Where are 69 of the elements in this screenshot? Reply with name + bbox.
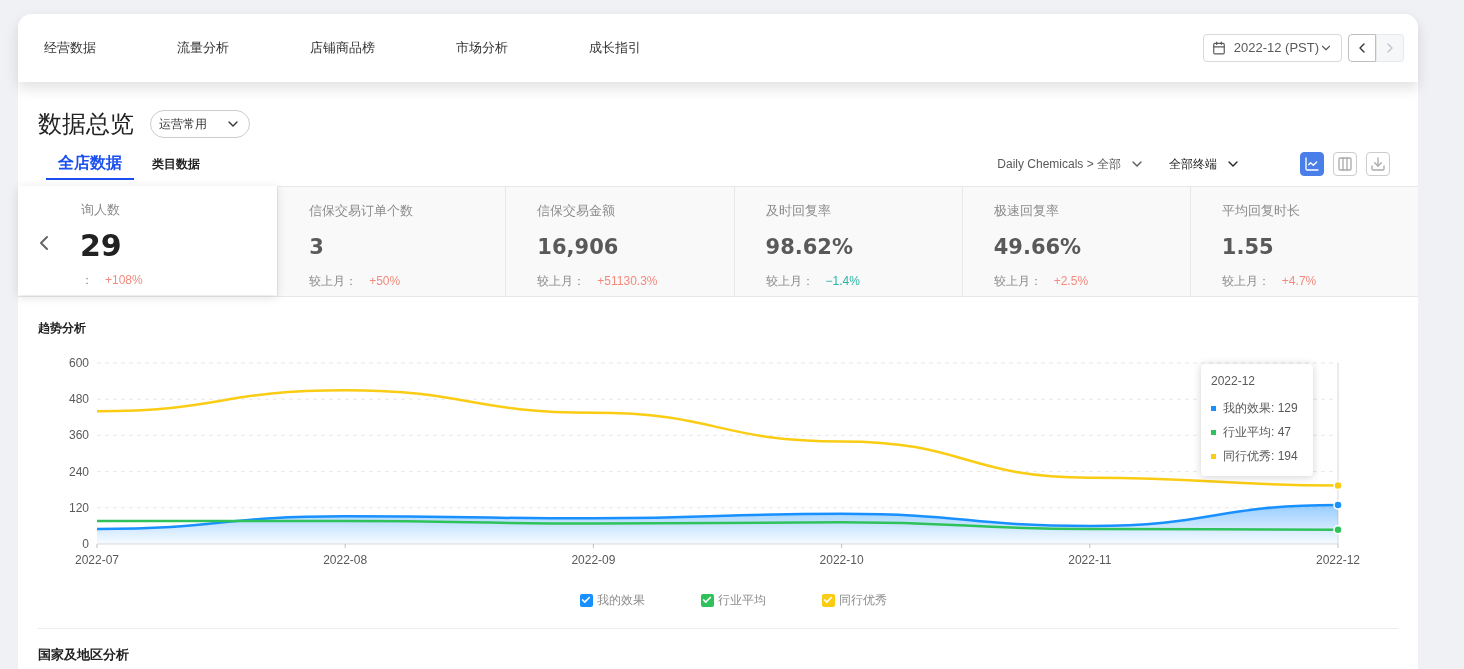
point-marker bbox=[1333, 480, 1343, 491]
x-tick-label: 2022-11 bbox=[1068, 553, 1112, 567]
point-marker bbox=[1333, 500, 1343, 510]
delta-value: +108% bbox=[105, 271, 143, 289]
metric-title: 信保交易金额 bbox=[537, 202, 617, 220]
columns-view-button[interactable] bbox=[1333, 152, 1357, 176]
terminal-filter[interactable]: 全部终端 bbox=[1169, 155, 1241, 173]
metric-value: 3 bbox=[309, 233, 325, 261]
category-filter[interactable]: Daily Chemicals > 全部 bbox=[997, 155, 1145, 173]
x-tick-label: 2022-10 bbox=[819, 553, 864, 567]
compare-label: 较上月： bbox=[1221, 272, 1270, 290]
tooltip-title: 2022-12 bbox=[1211, 373, 1257, 390]
delta-value: +4.7% bbox=[1281, 272, 1317, 290]
nav-item[interactable]: 经营数据 bbox=[44, 38, 177, 58]
legend-item[interactable]: 我的效果 bbox=[579, 591, 645, 609]
line-view-button[interactable] bbox=[1300, 152, 1324, 176]
compare-label: 较上月： bbox=[993, 272, 1042, 290]
metric-value: 16,906 bbox=[537, 233, 620, 261]
page-title: 数据总览 bbox=[38, 109, 134, 139]
y-tick-label: 600 bbox=[68, 356, 89, 370]
metric-value: 29 bbox=[80, 226, 123, 265]
x-tick-label: 2022-09 bbox=[571, 553, 616, 567]
metric-title: 及时回复率 bbox=[765, 202, 832, 220]
x-tick-label: 2022-12 bbox=[1316, 553, 1360, 567]
metric-value: 1.55 bbox=[1221, 233, 1275, 261]
line-chart-icon bbox=[1304, 156, 1320, 172]
metric-title: 信保交易订单个数 bbox=[309, 202, 415, 220]
delta-value: +51130.3% bbox=[597, 272, 658, 290]
metric-title: 询人数 bbox=[81, 201, 121, 219]
series-swatch bbox=[1211, 405, 1216, 411]
y-tick-label: 480 bbox=[68, 392, 89, 407]
tooltip-row-text: 同行优秀: 194 bbox=[1223, 448, 1298, 465]
compare-label: 较上月： bbox=[309, 272, 358, 290]
legend-item[interactable]: 行业平均 bbox=[700, 591, 766, 609]
section-title: 趋势分析 bbox=[38, 320, 87, 337]
delta-value: −1.4% bbox=[825, 272, 860, 290]
tab[interactable]: 类目数据 bbox=[140, 148, 212, 180]
x-tick-label: 2022-07 bbox=[75, 553, 119, 567]
tab[interactable]: 全店数据 bbox=[46, 148, 134, 180]
month-picker[interactable]: 2022-12 (PST) bbox=[1202, 34, 1342, 62]
tooltip-row-text: 我的效果: 129 bbox=[1223, 400, 1298, 417]
y-tick-label: 360 bbox=[68, 428, 89, 443]
tooltip-row-text: 行业平均: 47 bbox=[1223, 424, 1291, 441]
nav-item[interactable]: 流量分析 bbox=[177, 38, 310, 58]
section-title: 国家及地区分析 bbox=[38, 646, 130, 664]
compare-label: 较上月： bbox=[537, 272, 586, 290]
y-tick-label: 0 bbox=[82, 537, 89, 551]
compare-label: 较上月： bbox=[765, 272, 814, 290]
metric-title: 极速回复率 bbox=[993, 202, 1060, 220]
series-swatch bbox=[1211, 453, 1216, 459]
metric-value: 49.66% bbox=[993, 233, 1083, 261]
compare-label: ： bbox=[81, 271, 93, 289]
calendar-icon bbox=[1211, 41, 1226, 55]
series-swatch bbox=[1211, 429, 1216, 435]
nav-item[interactable]: 店铺商品榜 bbox=[310, 38, 456, 58]
point-marker bbox=[1333, 525, 1343, 535]
delta-value: +50% bbox=[369, 272, 401, 290]
download-view-button[interactable] bbox=[1366, 152, 1390, 176]
nav-item[interactable]: 成长指引 bbox=[589, 38, 722, 58]
metric-title: 平均回复时长 bbox=[1221, 202, 1301, 220]
x-tick-label: 2022-08 bbox=[323, 553, 368, 567]
columns-icon bbox=[1337, 156, 1353, 172]
nav-item[interactable]: 市场分析 bbox=[456, 38, 589, 58]
delta-value: +2.5% bbox=[1053, 272, 1089, 290]
y-tick-label: 240 bbox=[68, 464, 89, 479]
y-tick-label: 120 bbox=[68, 500, 89, 515]
download-icon bbox=[1370, 156, 1386, 172]
metric-value: 98.62% bbox=[765, 233, 854, 261]
legend-item[interactable]: 同行优秀 bbox=[821, 591, 887, 609]
